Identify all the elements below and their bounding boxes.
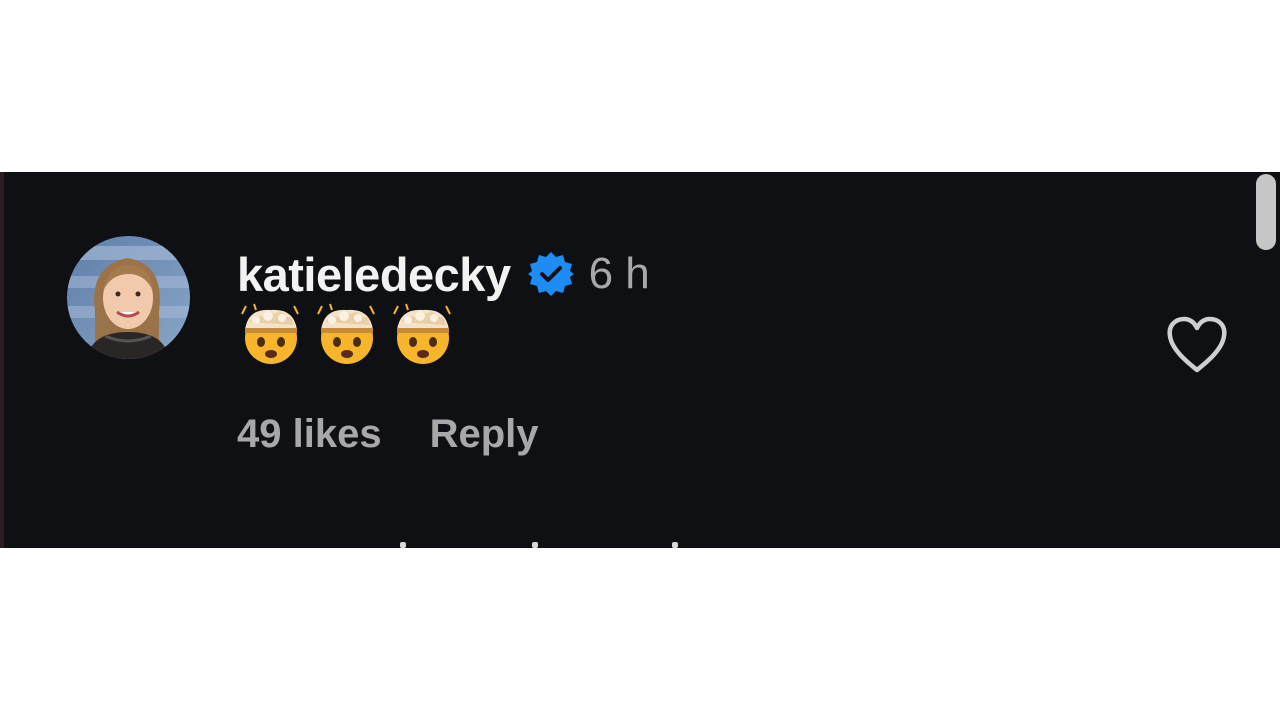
reply-button[interactable]: Reply — [430, 412, 539, 457]
comment-text — [238, 300, 456, 366]
exploding-head-icon — [317, 303, 375, 364]
likes-count[interactable]: 49 likes — [237, 412, 382, 457]
like-button[interactable] — [1166, 316, 1228, 374]
panel-edge — [0, 172, 4, 548]
comment-actions: 49 likes Reply — [237, 412, 539, 457]
comment-header: katieledecky 6 h — [237, 244, 650, 304]
username-link[interactable]: katieledecky — [237, 247, 511, 302]
scrollbar-thumb[interactable] — [1256, 174, 1276, 250]
comment-panel: katieledecky 6 h 49 likes Reply — [0, 172, 1280, 548]
exploding-head-icon — [393, 303, 451, 364]
avatar[interactable] — [67, 236, 190, 359]
exploding-head-icon — [241, 303, 299, 364]
verified-badge-icon — [527, 251, 574, 297]
heart-icon — [1167, 316, 1227, 373]
comment-timestamp: 6 h — [588, 249, 650, 298]
next-comment-peek — [392, 542, 712, 548]
